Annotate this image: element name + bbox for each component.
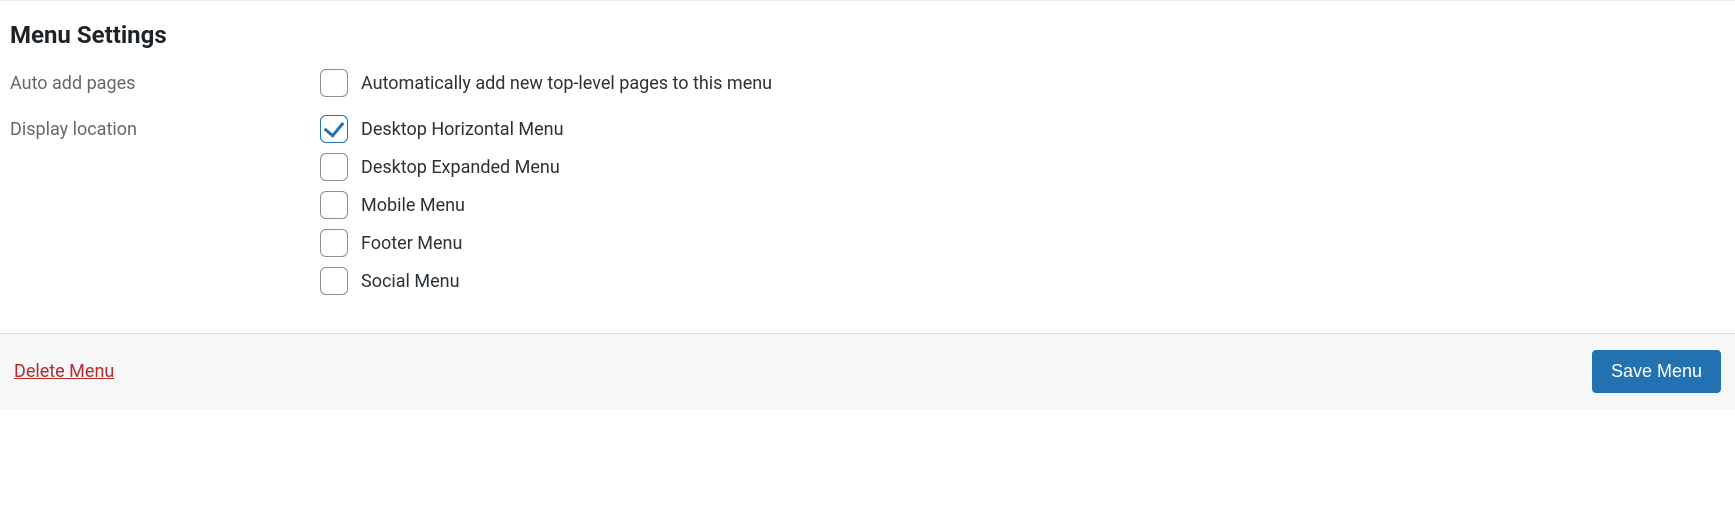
save-menu-button[interactable]: Save Menu	[1592, 350, 1721, 393]
footer-bar: Delete Menu Save Menu	[0, 333, 1735, 409]
section-title: Menu Settings	[10, 21, 1725, 49]
auto-add-pages-label: Auto add pages	[10, 69, 320, 94]
display-location-checkbox-social[interactable]	[320, 267, 348, 295]
display-location-option: Social Menu	[320, 267, 1725, 295]
auto-add-pages-checkbox-label: Automatically add new top-level pages to…	[361, 73, 772, 94]
display-location-label: Display location	[10, 115, 320, 140]
display-location-option: Mobile Menu	[320, 191, 1725, 219]
auto-add-pages-row: Auto add pages Automatically add new top…	[10, 69, 1725, 107]
auto-add-pages-checkbox-item: Automatically add new top-level pages to…	[320, 69, 1725, 97]
delete-menu-link[interactable]: Delete Menu	[14, 361, 114, 382]
display-location-option: Footer Menu	[320, 229, 1725, 257]
display-location-checkbox-footer[interactable]	[320, 229, 348, 257]
display-location-checkbox-desktop-horizontal[interactable]	[320, 115, 348, 143]
display-location-checkbox-desktop-expanded[interactable]	[320, 153, 348, 181]
display-location-option-label: Footer Menu	[361, 233, 462, 254]
menu-settings-content: Menu Settings Auto add pages Automatical…	[0, 0, 1735, 333]
menu-settings-panel: Menu Settings Auto add pages Automatical…	[0, 0, 1735, 409]
auto-add-pages-checkbox[interactable]	[320, 69, 348, 97]
display-location-option-label: Mobile Menu	[361, 195, 465, 216]
display-location-value: Desktop Horizontal Menu Desktop Expanded…	[320, 115, 1725, 305]
display-location-option-label: Social Menu	[361, 271, 460, 292]
auto-add-pages-value: Automatically add new top-level pages to…	[320, 69, 1725, 107]
display-location-option: Desktop Horizontal Menu	[320, 115, 1725, 143]
display-location-row: Display location Desktop Horizontal Menu…	[10, 115, 1725, 305]
display-location-option-label: Desktop Horizontal Menu	[361, 119, 564, 140]
display-location-option: Desktop Expanded Menu	[320, 153, 1725, 181]
display-location-checkbox-mobile[interactable]	[320, 191, 348, 219]
display-location-option-label: Desktop Expanded Menu	[361, 157, 560, 178]
